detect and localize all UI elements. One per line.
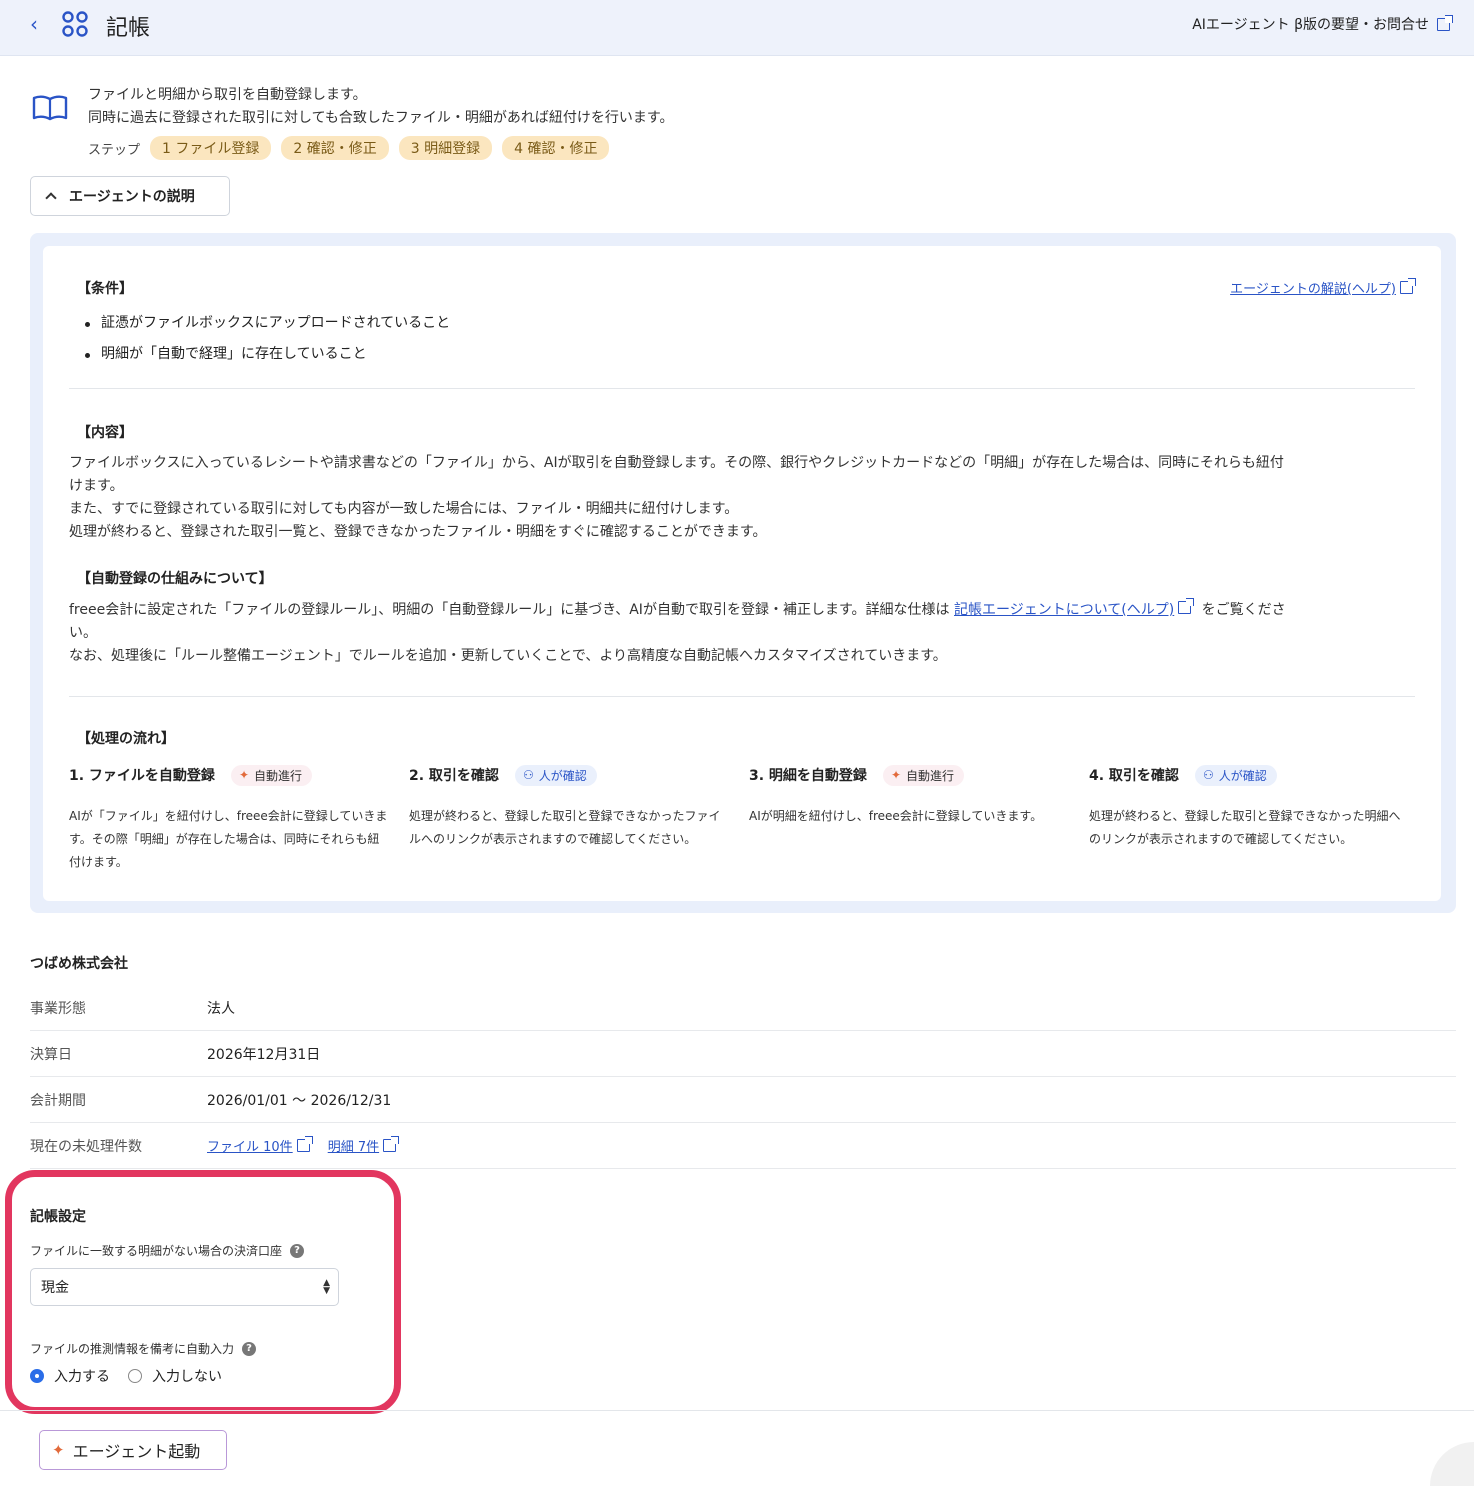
row-value: 法人: [207, 1000, 235, 1017]
row-value: 2026/01/01 〜 2026/12/31: [207, 1092, 392, 1109]
mechanism-paragraph: freee会計に設定された「ファイルの登録ルール」、明細の「自動登録ルール」に基…: [69, 598, 1286, 664]
intro-description: ファイルと明細から取引を自動登録します。 同時に過去に登録された取引に対しても合…: [88, 87, 674, 126]
feedback-link[interactable]: AIエージェント β版の要望・お問合せ: [1192, 14, 1453, 34]
bookkeeping-help-link[interactable]: 記帳エージェントについて(ヘルプ): [954, 602, 1174, 618]
pending-files-link[interactable]: ファイル 10件: [207, 1136, 313, 1155]
feedback-label: AIエージェント β版の要望・お問合せ: [1192, 17, 1429, 33]
conditions-list: 証憑がファイルボックスにアップロードされていること 明細が「自動で経理」に存在し…: [77, 308, 450, 370]
external-link-icon: [383, 1136, 400, 1152]
step-chip: 1 ファイル登録: [150, 136, 272, 160]
select-arrows-icon: ▲ ▼: [323, 1278, 330, 1296]
description-panel: 【条件】 エージェントの解説(ヘルプ) 証憑がファイルボックスにアップロードされ…: [30, 233, 1456, 913]
memo-label: ファイルの推測情報を備考に自動入力 ?: [30, 1340, 257, 1357]
row-value: 2026年12月31日: [207, 1046, 321, 1063]
person-icon: ⚇: [1202, 768, 1214, 782]
company-name: つばめ株式会社: [30, 956, 128, 972]
help-icon[interactable]: ?: [290, 1243, 305, 1258]
agent-app-icon: [62, 11, 88, 37]
step-chip: 3 明細登録: [398, 136, 493, 160]
external-link-icon: [1400, 278, 1416, 294]
sparkle-icon: ✦: [238, 768, 249, 782]
book-icon: [32, 95, 68, 121]
external-link-icon: [1178, 598, 1195, 614]
flow-step-text: AIが明細を紐付けし、freee会計に登録していきます。: [749, 809, 1043, 823]
auto-badge: ✦ 自動進行: [230, 764, 313, 786]
help-icon[interactable]: ?: [242, 1341, 257, 1356]
flow-step-title: 4. 取引を確認: [1089, 768, 1179, 784]
list-item: 明細が「自動で経理」に存在していること: [77, 339, 450, 370]
process-flow: 1. ファイルを自動登録 ✦ 自動進行 AIが「ファイル」を紐付けし、freee会…: [69, 762, 1429, 874]
person-icon: ⚇: [522, 768, 534, 782]
flow-heading: 【処理の流れ】: [77, 731, 175, 747]
divider: [69, 696, 1415, 697]
company-info-table: 事業形態 法人 決算日 2026年12月31日 会計期間 2026/01/01 …: [30, 985, 1456, 1169]
flow-step-title: 2. 取引を確認: [409, 768, 499, 784]
flow-step: 3. 明細を自動登録 ✦ 自動進行 AIが明細を紐付けし、freee会計に登録して…: [749, 762, 1089, 874]
radio-input-no[interactable]: 入力しない: [128, 1366, 222, 1386]
auto-badge: ✦ 自動進行: [882, 764, 965, 786]
flow-step-title: 3. 明細を自動登録: [749, 768, 867, 784]
radio-input-yes[interactable]: 入力する: [30, 1366, 110, 1386]
radio-unselected-icon: [128, 1369, 142, 1383]
mechanism-heading: 【自動登録の仕組みについて】: [77, 571, 273, 587]
chevron-up-icon: [45, 192, 57, 204]
flow-step: 4. 取引を確認 ⚇ 人が確認 処理が終わると、登録した取引と登録できなかった明細…: [1089, 762, 1429, 874]
row-label: 決算日: [30, 1046, 72, 1063]
payment-account-select[interactable]: 現金 ▲ ▼: [30, 1268, 339, 1306]
human-badge: ⚇ 人が確認: [514, 764, 597, 786]
pending-counts: ファイル 10件 明細 7件: [207, 1136, 400, 1155]
step-chip: 2 確認・修正: [281, 136, 389, 160]
external-link-icon: [1437, 14, 1453, 31]
account-label: ファイルに一致する明細がない場合の決済口座 ?: [30, 1242, 305, 1259]
agent-help-link[interactable]: エージェントの解説(ヘルプ): [1230, 278, 1416, 297]
table-row: 現在の未処理件数 ファイル 10件 明細 7件: [30, 1123, 1456, 1169]
content-paragraph: ファイルボックスに入っているレシートや請求書などの「ファイル」から、AIが取引を…: [69, 455, 1284, 540]
flow-step: 2. 取引を確認 ⚇ 人が確認 処理が終わると、登録した取引と登録できなかったファ…: [409, 762, 749, 874]
table-row: 会計期間 2026/01/01 〜 2026/12/31: [30, 1077, 1456, 1123]
flow-step: 1. ファイルを自動登録 ✦ 自動進行 AIが「ファイル」を紐付けし、freee会…: [69, 762, 409, 874]
description-card: 【条件】 エージェントの解説(ヘルプ) 証憑がファイルボックスにアップロードされ…: [43, 246, 1441, 901]
radio-selected-icon: [30, 1369, 44, 1383]
page-title: 記帳: [106, 16, 151, 41]
settings-title: 記帳設定: [30, 1209, 86, 1225]
divider: [0, 1410, 1474, 1411]
divider: [69, 388, 1415, 389]
human-badge: ⚇ 人が確認: [1194, 764, 1277, 786]
steps-label: ステップ: [88, 142, 141, 158]
select-value: 現金: [41, 1280, 69, 1296]
flow-step-text: 処理が終わると、登録した取引と登録できなかった明細へのリンクが表示されますので確…: [1089, 809, 1401, 846]
steps-row: ステップ 1 ファイル登録 2 確認・修正 3 明細登録 4 確認・修正: [88, 136, 610, 160]
header-bar: ‹ 記帳 AIエージェント β版の要望・お問合せ: [0, 0, 1474, 56]
table-row: 決算日 2026年12月31日: [30, 1031, 1456, 1077]
external-link-icon: [296, 1136, 313, 1152]
back-chevron-icon[interactable]: ‹: [30, 12, 38, 36]
toggle-label: エージェントの説明: [69, 189, 195, 205]
flow-step-text: 処理が終わると、登録した取引と登録できなかったファイルへのリンクが表示されますの…: [409, 809, 721, 846]
pending-statements-link[interactable]: 明細 7件: [328, 1136, 400, 1155]
content-heading: 【内容】: [77, 425, 133, 441]
row-label: 会計期間: [30, 1092, 86, 1109]
conditions-heading: 【条件】: [77, 281, 133, 297]
sparkle-icon: ✦: [52, 1441, 65, 1459]
step-chip: 4 確認・修正: [502, 136, 610, 160]
table-row: 事業形態 法人: [30, 985, 1456, 1031]
list-item: 証憑がファイルボックスにアップロードされていること: [77, 308, 450, 339]
start-agent-button[interactable]: ✦ エージェント起動: [39, 1430, 227, 1470]
memo-radio-group: 入力する 入力しない: [30, 1366, 222, 1386]
sparkle-icon: ✦: [890, 768, 901, 782]
page-corner: [1430, 1442, 1474, 1486]
flow-step-text: AIが「ファイル」を紐付けし、freee会計に登録していきます。その際「明細」が…: [69, 809, 388, 869]
row-label: 現在の未処理件数: [30, 1138, 142, 1155]
agent-description-toggle[interactable]: エージェントの説明: [30, 176, 230, 216]
row-label: 事業形態: [30, 1000, 86, 1017]
flow-step-title: 1. ファイルを自動登録: [69, 768, 215, 784]
